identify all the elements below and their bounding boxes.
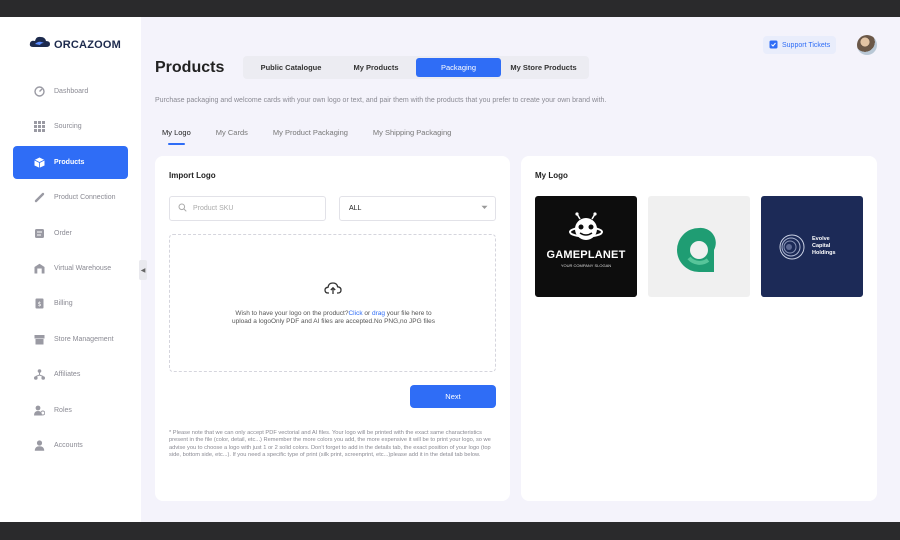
tab-my-products[interactable]: My Products: [336, 58, 416, 77]
upload-text-or: or: [362, 310, 372, 317]
support-tickets-button[interactable]: Support Tickets: [763, 36, 837, 54]
sidebar-item-order[interactable]: Order: [13, 217, 128, 250]
gameplanet-logo-slogan: YOUR COMPANY SLOGAN: [560, 263, 612, 268]
gameplanet-logo-tile[interactable]: GAMEPLANET YOUR COMPANY SLOGAN: [535, 196, 637, 297]
sidebar-item-label: Billing: [54, 300, 73, 308]
box-icon: [34, 157, 45, 168]
sidebar-item-label: Products: [54, 158, 85, 166]
store-icon: [34, 334, 45, 345]
import-logo-title: Import Logo: [169, 171, 216, 180]
product-sku-search-input[interactable]: Product SKU: [169, 196, 326, 221]
chevron-down-icon: [481, 205, 488, 212]
sidebar-item-products[interactable]: Products: [13, 145, 128, 179]
evolve-line-1: Evolve: [812, 236, 830, 242]
link-icon: [34, 192, 45, 203]
sidebar-nav: Dashboard Sourcing Products Product Connect…: [13, 75, 128, 464]
sidebar-item-billing[interactable]: $ Billing: [13, 287, 128, 320]
sidebar-item-label: Virtual Warehouse: [54, 264, 112, 272]
upload-text-before: Wish to have your logo on the product?: [235, 310, 349, 317]
search-placeholder: Product SKU: [193, 205, 234, 212]
next-button[interactable]: Next: [410, 385, 496, 408]
product-tabs: Public Catalogue My Products Packaging M…: [243, 56, 589, 79]
sidebar-item-accounts[interactable]: Accounts: [13, 429, 128, 462]
sidebar-item-label: Sourcing: [54, 123, 82, 131]
roles-icon: [34, 405, 45, 416]
category-select[interactable]: ALL: [339, 196, 496, 221]
sidebar-item-dashboard[interactable]: Dashboard: [13, 75, 128, 108]
page-subtitle: Purchase packaging and welcome cards wit…: [155, 97, 607, 104]
affiliates-icon: [34, 369, 45, 380]
evolve-line-3: Holdings: [812, 250, 836, 256]
evolve-logo-tile[interactable]: Evolve Capital Holdings: [761, 196, 863, 297]
dashboard-icon: [34, 86, 45, 97]
packaging-subtabs: My Logo My Cards My Product Packaging My…: [162, 128, 476, 145]
upload-instructions: Wish to have your logo on the product?Cl…: [225, 310, 442, 326]
account-icon: [34, 440, 45, 451]
select-value: ALL: [349, 205, 362, 212]
subtab-my-product-packaging[interactable]: My Product Packaging: [273, 128, 348, 145]
tab-packaging[interactable]: Packaging: [416, 58, 501, 77]
gameplanet-logo-image: [569, 212, 603, 240]
search-icon: [178, 203, 187, 214]
upload-note: * Please note that we can only accept PD…: [169, 430, 491, 459]
ticket-icon: [769, 40, 778, 51]
sidebar-item-sourcing[interactable]: Sourcing: [13, 110, 128, 143]
gameplanet-logo-text: GAMEPLANET: [546, 249, 626, 261]
subtab-my-logo[interactable]: My Logo: [162, 128, 191, 145]
sidebar-item-store-management[interactable]: Store Management: [13, 323, 128, 356]
sidebar-item-product-connection[interactable]: Product Connection: [13, 181, 128, 214]
my-logo-card: My Logo GAMEPLANET YOUR COMPANY SLOGAN E…: [521, 156, 877, 501]
svg-text:$: $: [38, 301, 42, 308]
avatar[interactable]: [857, 35, 877, 55]
upload-click-link[interactable]: Click: [348, 310, 362, 317]
subtab-my-cards[interactable]: My Cards: [216, 128, 248, 145]
upload-drag-link[interactable]: drag: [372, 310, 385, 317]
cloud-upload-icon: [324, 281, 342, 300]
page-title: Products: [155, 59, 225, 76]
sidebar-item-label: Roles: [54, 406, 72, 414]
support-tickets-label: Support Tickets: [782, 41, 831, 49]
grid-icon: [34, 121, 45, 133]
green-a-logo-tile[interactable]: [648, 196, 750, 297]
sidebar-item-label: Order: [54, 229, 72, 237]
tab-my-store-products[interactable]: My Store Products: [501, 58, 586, 77]
app-window: ORCAZOOM Dashboard Sourcing Products Produc…: [0, 17, 900, 522]
billing-icon: $: [34, 298, 45, 309]
evolve-line-2: Capital: [812, 243, 831, 249]
brand-name: ORCAZOOM: [54, 38, 121, 51]
subtab-my-shipping-packaging[interactable]: My Shipping Packaging: [373, 128, 451, 145]
sidebar-item-virtual-warehouse[interactable]: Virtual Warehouse: [13, 252, 128, 285]
my-logo-title: My Logo: [535, 171, 568, 180]
sidebar-item-label: Product Connection: [54, 194, 116, 202]
sidebar: ORCAZOOM Dashboard Sourcing Products Produc…: [0, 17, 141, 522]
sidebar-item-roles[interactable]: Roles: [13, 394, 128, 427]
sidebar-item-label: Store Management: [54, 335, 114, 343]
tab-public-catalogue[interactable]: Public Catalogue: [246, 58, 336, 77]
evolve-logo-text: Evolve Capital Holdings: [812, 236, 836, 257]
warehouse-icon: [34, 263, 45, 274]
collapse-sidebar-button[interactable]: ◀: [139, 260, 147, 280]
sidebar-item-affiliates[interactable]: Affiliates: [13, 358, 128, 391]
green-a-logo-image: [677, 227, 716, 272]
order-icon: [34, 228, 45, 239]
import-logo-card: Import Logo Product SKU ALL Wish to have…: [155, 156, 510, 501]
sidebar-item-label: Dashboard: [54, 88, 89, 95]
sidebar-item-label: Affiliates: [54, 371, 81, 379]
chevron-left-icon: ◀: [140, 267, 146, 274]
orca-cloud-icon: [29, 35, 51, 54]
brand-logo[interactable]: ORCAZOOM: [29, 35, 121, 54]
logo-upload-dropzone[interactable]: Wish to have your logo on the product?Cl…: [169, 234, 496, 372]
sidebar-item-label: Accounts: [54, 441, 83, 449]
